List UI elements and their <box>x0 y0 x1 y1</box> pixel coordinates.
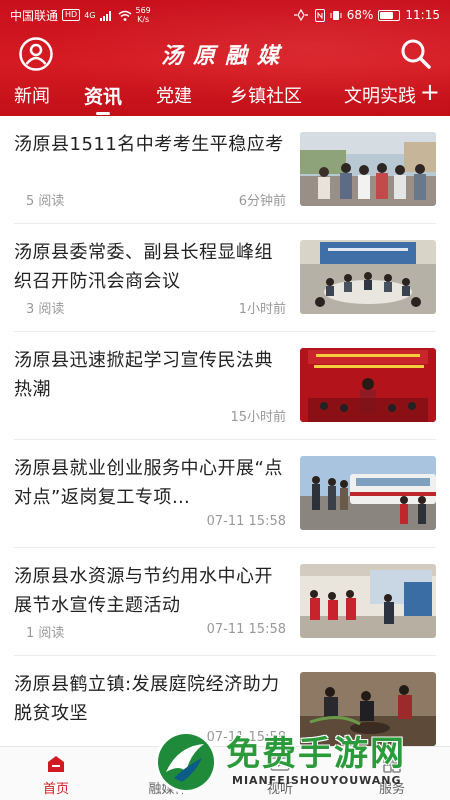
news-list: 汤原县1511名中考考生平稳应考 5 阅读 6分钟前 汤原县委常委、副县长程显峰… <box>0 116 450 746</box>
news-read-count: 5 阅读 <box>26 194 65 209</box>
tab-news[interactable]: 新闻 <box>14 82 50 108</box>
news-time: 07-11 15:58 <box>206 514 286 529</box>
news-time: 1小时前 <box>238 302 286 317</box>
news-time: 07-11 15:58 <box>206 622 286 637</box>
news-title: 汤原县1511名中考考生平稳应考 <box>14 134 284 155</box>
news-read-count: 3 阅读 <box>26 302 65 317</box>
hd-badge: HD <box>62 9 81 21</box>
battery-icon <box>378 9 401 21</box>
video-icon <box>270 757 290 771</box>
news-item[interactable]: 汤原县就业创业服务中心开展“点对点”返岗复工专项… 07-11 15:58 <box>0 440 450 548</box>
channel-tab-bar: 新闻 资讯 党建 乡镇社区 文明实践 + <box>0 78 450 115</box>
news-thumbnail <box>300 348 436 422</box>
news-thumbnail <box>300 456 436 530</box>
network-speed: 569 K/s <box>136 6 151 24</box>
nav-service[interactable]: 服务 <box>352 753 432 797</box>
tab-party-building-label: 党建 <box>156 86 192 107</box>
tab-info-label: 资讯 <box>84 86 123 108</box>
news-thumbnail <box>300 132 436 206</box>
status-bar: 中国联通 HD 4G 569 K/s 68% 11:15 <box>0 0 450 30</box>
wifi-icon <box>118 10 131 21</box>
nav-home[interactable]: 首页 <box>16 753 96 797</box>
news-title: 汤原县委常委、副县长程显峰组织召开防汛会商会议 <box>14 242 273 292</box>
news-item[interactable]: 汤原县委常委、副县长程显峰组织召开防汛会商会议 3 阅读 1小时前 <box>0 224 450 332</box>
app-title: 汤原融媒 <box>160 43 289 69</box>
tab-town-community[interactable]: 乡镇社区 <box>230 82 302 108</box>
news-item[interactable]: 汤原县迅速掀起学习宣传民法典热潮 15小时前 <box>0 332 450 440</box>
tab-info[interactable]: 资讯 <box>84 82 123 115</box>
clock-time: 11:15 <box>405 8 440 22</box>
news-read-count: 1 阅读 <box>26 626 65 641</box>
tab-news-label: 新闻 <box>14 86 50 107</box>
media-icon <box>159 756 177 772</box>
nav-media-label: 融媒体 <box>148 782 188 797</box>
news-thumbnail <box>300 240 436 314</box>
huawei-share-icon <box>293 9 308 21</box>
network-speed-unit: K/s <box>137 15 150 24</box>
tab-town-community-label: 乡镇社区 <box>230 86 302 107</box>
search-icon <box>401 39 431 69</box>
network-speed-value: 569 <box>135 6 151 15</box>
news-title: 汤原县水资源与节约用水中心开展节水宣传主题活动 <box>14 566 273 616</box>
active-tab-indicator <box>96 112 111 115</box>
nav-service-label: 服务 <box>378 782 405 797</box>
battery-percent: 68% <box>346 8 374 22</box>
news-time: 6分钟前 <box>238 194 286 209</box>
tab-civilization-practice[interactable]: 文明实践 <box>344 82 418 108</box>
news-title: 汤原县迅速掀起学习宣传民法典热潮 <box>14 350 273 400</box>
nav-video-label: 视听 <box>266 782 293 797</box>
news-time: 15小时前 <box>230 410 286 425</box>
add-channel-button[interactable]: + <box>420 78 440 106</box>
tab-party-building[interactable]: 党建 <box>156 82 192 108</box>
vibrate-icon <box>330 10 342 20</box>
news-thumbnail <box>300 564 436 638</box>
network-type: 4G <box>84 10 96 20</box>
news-time: 07-11 15:58 <box>206 730 286 745</box>
nav-home-label: 首页 <box>42 782 69 797</box>
signal-icon <box>99 10 111 21</box>
top-header-area: 中国联通 HD 4G 569 K/s 68% 11:15 汤原融媒 新闻 资讯 … <box>0 0 450 116</box>
nav-video[interactable]: 视听 <box>240 753 320 797</box>
news-item[interactable]: 汤原县鹤立镇:发展庭院经济助力脱贫攻坚 07-11 15:58 <box>0 656 450 746</box>
news-item[interactable]: 汤原县水资源与节约用水中心开展节水宣传主题活动 1 阅读 07-11 15:58 <box>0 548 450 656</box>
news-thumbnail <box>300 672 436 746</box>
nfc-icon <box>314 8 325 22</box>
bottom-navigation: 首页 融媒体 视听 服务 <box>0 746 450 800</box>
news-title: 汤原县鹤立镇:发展庭院经济助力脱贫攻坚 <box>14 674 280 724</box>
home-icon <box>48 756 64 772</box>
news-item[interactable]: 汤原县1511名中考考生平稳应考 5 阅读 6分钟前 <box>0 116 450 224</box>
service-icon <box>383 755 401 773</box>
news-title: 汤原县就业创业服务中心开展“点对点”返岗复工专项… <box>14 458 283 508</box>
nav-media[interactable]: 融媒体 <box>128 753 208 797</box>
tab-civilization-practice-label: 文明实践 <box>344 86 416 107</box>
app-header: 汤原融媒 <box>0 30 450 76</box>
search-button[interactable] <box>398 36 434 72</box>
carrier-name: 中国联通 <box>10 8 59 23</box>
